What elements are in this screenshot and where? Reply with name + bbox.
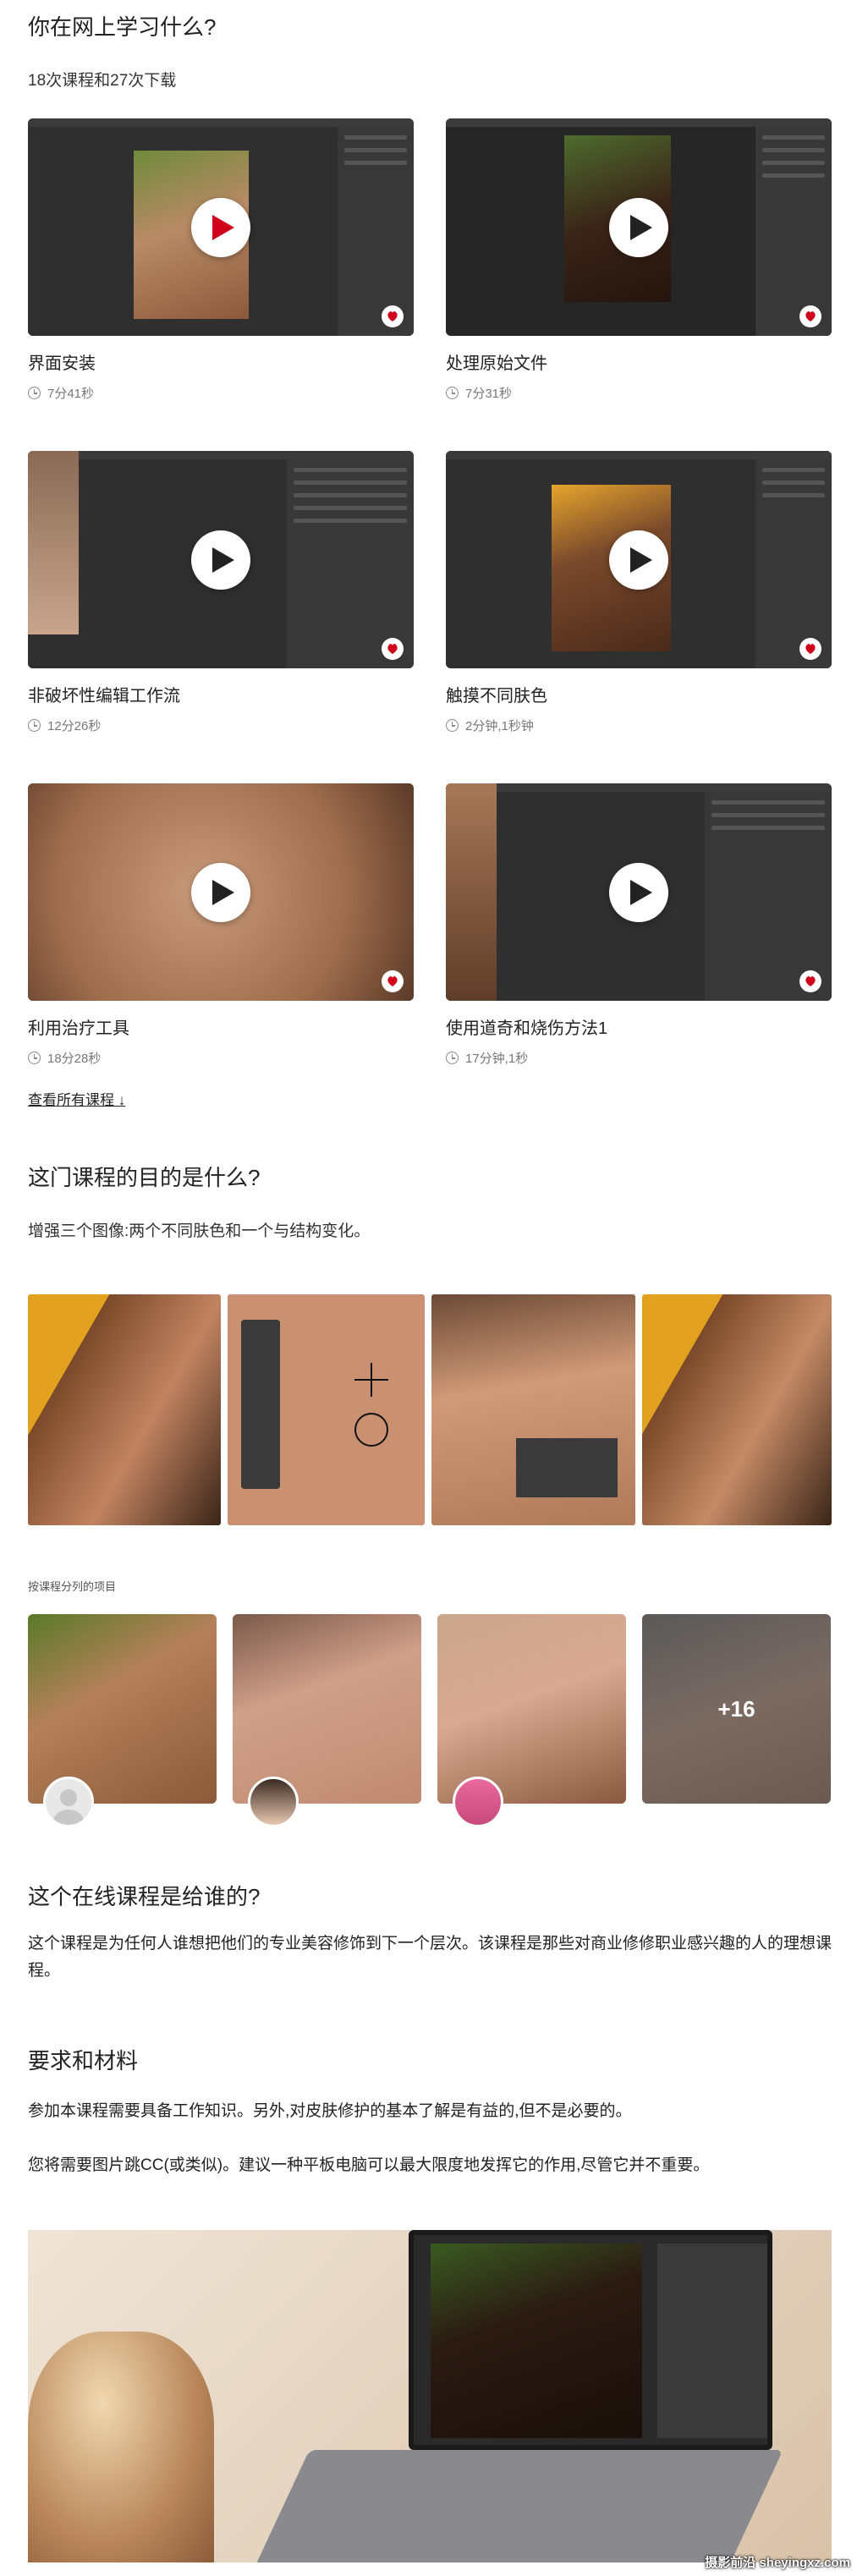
- lesson-duration: 12分26秒: [47, 719, 102, 733]
- avatar[interactable]: [248, 1777, 299, 1827]
- lesson-title[interactable]: 界面安装: [28, 349, 414, 374]
- lesson-title[interactable]: 处理原始文件: [446, 349, 832, 374]
- play-icon[interactable]: [191, 530, 250, 590]
- section-title-audience: 这个在线课程是给谁的?: [28, 1884, 261, 1909]
- clock-icon: [28, 1052, 41, 1064]
- project-item-more[interactable]: +16: [642, 1614, 831, 1804]
- section-title-purpose: 这门课程的目的是什么?: [28, 1165, 261, 1190]
- lesson-thumbnail[interactable]: [446, 783, 832, 1001]
- before-after-strip: [28, 1294, 832, 1525]
- lesson-duration: 18分28秒: [47, 1052, 102, 1066]
- clock-icon: [446, 1052, 459, 1064]
- tools-image: [227, 1294, 426, 1525]
- brand-logo-icon: [382, 305, 404, 327]
- project-item[interactable]: [28, 1614, 217, 1827]
- lesson-thumbnail[interactable]: [446, 451, 832, 668]
- requirements-text-2: 您将需要图片跳CC(或类似)。建议一种平板电脑可以最大限度地发挥它的作用,尽管它…: [28, 2156, 710, 2174]
- section-title-learn: 你在网上学习什么?: [28, 14, 217, 40]
- brand-logo-icon: [799, 638, 821, 660]
- lesson-thumbnail[interactable]: [446, 118, 832, 336]
- purpose-text: 增强三个图像:两个不同肤色和一个与结构变化。: [28, 1222, 371, 1240]
- lesson-card[interactable]: 利用治疗工具 18分28秒: [28, 783, 414, 1066]
- project-gallery: +16: [28, 1614, 831, 1827]
- avatar[interactable]: [43, 1777, 94, 1827]
- lesson-thumbnail[interactable]: [28, 451, 414, 668]
- lesson-title[interactable]: 使用道奇和烧伤方法1: [446, 1014, 832, 1039]
- brand-logo-icon: [382, 638, 404, 660]
- brand-logo-icon: [382, 970, 404, 992]
- lesson-duration: 2分钟,1秒钟: [465, 719, 534, 733]
- play-icon[interactable]: [609, 530, 668, 590]
- lesson-card[interactable]: 使用道奇和烧伤方法1 17分钟,1秒: [446, 783, 832, 1066]
- audience-text: 这个课程是为任何人谁想把他们的专业美容修饰到下一个层次。该课程是那些对商业修修职…: [28, 1935, 832, 1980]
- play-icon[interactable]: [191, 197, 250, 257]
- see-all-lessons-link[interactable]: 查看所有课程 ↓: [28, 1088, 125, 1109]
- lesson-card[interactable]: 处理原始文件 7分31秒: [446, 118, 832, 451]
- clock-icon: [28, 387, 41, 399]
- lesson-title[interactable]: 利用治疗工具: [28, 1014, 414, 1039]
- project-item[interactable]: [233, 1614, 421, 1827]
- play-icon[interactable]: [609, 197, 668, 257]
- mask-image: [431, 1294, 636, 1525]
- lesson-title[interactable]: 触摸不同肤色: [446, 682, 832, 706]
- project-item[interactable]: [437, 1614, 626, 1827]
- laptop-image: [28, 2230, 832, 2562]
- lesson-title[interactable]: 非破坏性编辑工作流: [28, 682, 414, 706]
- result-image: [642, 1294, 832, 1525]
- clock-icon: [446, 719, 459, 732]
- lesson-card[interactable]: 触摸不同肤色 2分钟,1秒钟: [446, 451, 832, 783]
- lesson-thumbnail[interactable]: [28, 783, 414, 1001]
- clock-icon: [446, 387, 459, 399]
- course-stats: 18次课程和27次下载: [28, 72, 177, 90]
- lesson-card[interactable]: 非破坏性编辑工作流 12分26秒: [28, 451, 414, 783]
- section-title-requirements: 要求和材料: [28, 2048, 139, 2073]
- clock-icon: [28, 719, 41, 732]
- avatar[interactable]: [453, 1777, 503, 1827]
- lesson-duration: 17分钟,1秒: [465, 1052, 529, 1066]
- requirements-text-1: 参加本课程需要具备工作知识。另外,对皮肤修护的基本了解是有益的,但不是必要的。: [28, 2102, 632, 2120]
- more-projects-count[interactable]: +16: [642, 1614, 831, 1804]
- play-icon[interactable]: [609, 862, 668, 922]
- play-icon[interactable]: [191, 862, 250, 922]
- projects-label: 按课程分列的项目: [28, 1580, 117, 1593]
- brand-logo-icon: [799, 305, 821, 327]
- lesson-duration: 7分41秒: [47, 387, 95, 401]
- lesson-grid: 界面安装 7分41秒 处理原始文件 7分31秒 非破坏性编辑工作流 12分26秒: [28, 118, 832, 1066]
- lesson-thumbnail[interactable]: [28, 118, 414, 336]
- lesson-duration: 7分31秒: [465, 387, 513, 401]
- sample-image: [28, 1294, 221, 1525]
- watermark: 摄影前沿 sheyingxz.com: [705, 2556, 850, 2570]
- brand-logo-icon: [799, 970, 821, 992]
- lesson-card[interactable]: 界面安装 7分41秒: [28, 118, 414, 451]
